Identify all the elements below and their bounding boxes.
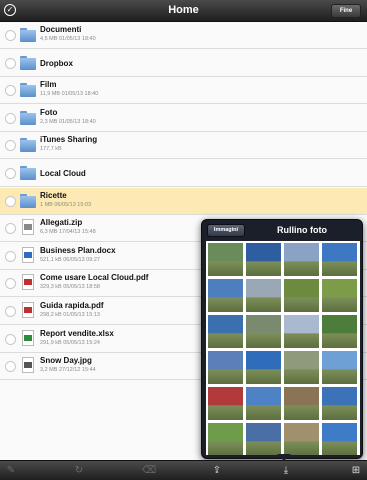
- file-meta: 4,5 MB 01/05/13 18:40: [40, 36, 96, 42]
- folder-icon: [20, 83, 36, 98]
- list-item[interactable]: Foto 2,3 MB 01/05/13 18:40: [0, 104, 367, 132]
- folder-icon: [20, 138, 36, 153]
- file-name: Film: [40, 80, 57, 90]
- list-item[interactable]: Local Cloud: [0, 160, 367, 187]
- photo-thumbnail[interactable]: [208, 279, 243, 312]
- popover-title: Rullino foto: [277, 225, 327, 235]
- pdf-file-icon: [20, 302, 36, 318]
- photo-thumbnail[interactable]: [322, 315, 357, 348]
- photo-thumbnail[interactable]: [284, 351, 319, 384]
- photo-thumbnail[interactable]: [284, 315, 319, 348]
- file-name: Dropbox: [40, 58, 73, 68]
- photo-thumbnail[interactable]: [208, 351, 243, 384]
- list-item[interactable]: iTunes Sharing 177,7 kB: [0, 132, 367, 160]
- file-meta: 298,2 kB 01/05/13 15:13: [40, 312, 100, 318]
- select-radio[interactable]: [5, 30, 16, 41]
- file-name: Snow Day.jpg: [40, 356, 92, 366]
- folder-icon: [20, 166, 36, 180]
- file-meta: 11,9 MB 01/05/13 18:40: [40, 91, 99, 98]
- list-item[interactable]: Film 11,9 MB 01/05/13 18:40: [0, 77, 367, 105]
- file-name: Documenti: [40, 25, 82, 34]
- select-radio[interactable]: [5, 112, 16, 124]
- file-name: Ricette: [40, 190, 67, 200]
- file-meta: 2,3 MB 01/05/13 18:40: [40, 118, 96, 125]
- list-item[interactable]: Ricette 1 MB 06/05/13 15:03: [0, 187, 367, 215]
- file-meta: 177,7 kB: [40, 146, 62, 153]
- photo-thumbnail[interactable]: [284, 387, 319, 420]
- trash-icon[interactable]: ⌫: [142, 465, 156, 477]
- select-radio[interactable]: [5, 306, 16, 317]
- jpg-file-icon: [20, 357, 36, 374]
- file-meta: 6,3 MB 17/04/13 15:48: [40, 229, 96, 236]
- photo-thumbnail[interactable]: [208, 243, 243, 276]
- file-name: iTunes Sharing: [40, 135, 98, 145]
- photo-thumbnail[interactable]: [322, 387, 357, 420]
- xlsx-file-icon: [20, 329, 36, 346]
- zip-file-icon: [20, 219, 36, 236]
- select-radio[interactable]: [5, 85, 16, 97]
- photo-thumbnail[interactable]: [322, 423, 357, 455]
- file-name: Foto: [40, 107, 58, 117]
- select-radio[interactable]: [5, 250, 16, 262]
- list-item[interactable]: Documenti 4,5 MB 01/05/13 18:40: [0, 22, 367, 49]
- select-radio[interactable]: [5, 333, 16, 345]
- select-radio[interactable]: [5, 168, 16, 179]
- share-icon[interactable]: ⇪: [211, 465, 223, 477]
- photo-thumbnail[interactable]: [246, 351, 281, 384]
- photo-thumbnail[interactable]: [322, 279, 357, 312]
- photo-thumbnail[interactable]: [208, 387, 243, 420]
- select-radio[interactable]: [5, 195, 16, 207]
- photo-thumbnail[interactable]: [322, 351, 357, 384]
- file-name: Guida rapida.pdf: [40, 301, 104, 310]
- photo-thumbnail[interactable]: [208, 423, 243, 455]
- pdf-file-icon: [20, 274, 36, 291]
- photo-thumbnail[interactable]: [284, 423, 319, 455]
- file-meta: 521,1 kB 06/05/13 09:27: [40, 256, 100, 263]
- folder-icon: [20, 55, 36, 70]
- photo-thumbnail[interactable]: [246, 387, 281, 420]
- photo-thumbnail[interactable]: [246, 243, 281, 276]
- pencil-icon[interactable]: ✎: [5, 465, 17, 477]
- file-name: Local Cloud: [40, 169, 86, 178]
- list-item[interactable]: Dropbox: [0, 49, 367, 77]
- photo-thumbnail[interactable]: [246, 315, 281, 348]
- photo-thumbnail[interactable]: [208, 315, 243, 348]
- photo-thumbnail[interactable]: [284, 279, 319, 312]
- file-meta: 291,9 kB 05/05/13 15:24: [40, 339, 100, 346]
- select-radio[interactable]: [5, 140, 16, 152]
- upload-icon[interactable]: ⤓: [280, 465, 292, 477]
- select-radio[interactable]: [5, 57, 16, 69]
- photo-picker-popover: Immagini Rullino foto: [201, 219, 363, 459]
- folder-icon: [20, 193, 36, 208]
- photo-thumbnail[interactable]: [246, 423, 281, 455]
- done-button[interactable]: Fine: [331, 4, 361, 18]
- photo-grid: [206, 241, 360, 455]
- back-button[interactable]: Immagini: [207, 224, 245, 237]
- bottom-toolbar: ✎ ↻ ⌫ ⇪ ⤓ ⊞: [0, 460, 367, 480]
- select-radio[interactable]: [5, 223, 16, 235]
- docx-file-icon: [20, 246, 36, 263]
- navbar: ✓ Home Fine: [0, 0, 367, 22]
- file-name: Come usare Local Cloud.pdf: [40, 273, 149, 283]
- select-radio[interactable]: [5, 278, 16, 290]
- file-name: Business Plan.docx: [40, 245, 116, 255]
- refresh-icon[interactable]: ↻: [73, 465, 85, 477]
- file-name: Report vendite.xlsx: [40, 328, 114, 338]
- photo-thumbnail[interactable]: [284, 243, 319, 276]
- folder-icon: [20, 28, 36, 42]
- file-meta: 329,3 kB 05/05/13 18:58: [40, 284, 100, 291]
- add-folder-icon[interactable]: ⊞: [350, 465, 362, 477]
- page-title: Home: [168, 4, 199, 16]
- photo-thumbnail[interactable]: [246, 279, 281, 312]
- file-meta: 3,2 MB 27/12/12 15:44: [40, 367, 96, 374]
- photo-thumbnail[interactable]: [322, 243, 357, 276]
- file-name: Allegati.zip: [40, 218, 83, 228]
- select-radio[interactable]: [5, 361, 16, 373]
- file-meta: 1 MB 06/05/13 15:03: [40, 201, 92, 208]
- folder-icon: [20, 110, 36, 125]
